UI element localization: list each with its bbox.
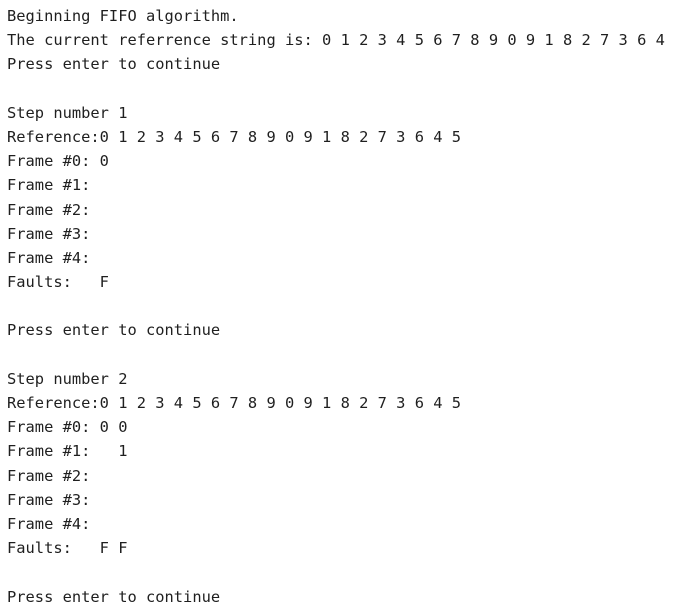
step-2-faults: Faults: F F	[7, 539, 128, 558]
step-1-reference: Reference:0 1 2 3 4 5 6 7 8 9 0 9 1 8 2 …	[7, 127, 462, 146]
console-line-intro: Beginning FIFO algorithm.	[7, 7, 239, 25]
step-1-frame-0: Frame #0: 0	[7, 152, 109, 171]
step-2-frame-2: Frame #2:	[7, 466, 100, 485]
step-1-frame-4: Frame #4:	[7, 248, 100, 267]
step-2-press-enter: Press enter to continue	[7, 587, 221, 606]
step-2-frame-1: Frame #1: 1	[7, 442, 128, 461]
console-output[interactable]: Beginning FIFO algorithm. The current re…	[0, 0, 674, 614]
step-1-press-enter: Press enter to continue	[7, 321, 221, 340]
console-line-press-enter: Press enter to continue	[7, 55, 221, 74]
step-2-frame-4: Frame #4:	[7, 514, 100, 533]
step-1-title: Step number 1	[7, 103, 128, 122]
step-2-title: Step number 2	[7, 369, 128, 388]
step-1-frame-1: Frame #1:	[7, 176, 100, 195]
console-line-reference-string: The current referrence string is: 0 1 2 …	[7, 31, 674, 50]
step-2-reference: Reference:0 1 2 3 4 5 6 7 8 9 0 9 1 8 2 …	[7, 394, 462, 412]
step-2-frame-3: Frame #3:	[7, 490, 100, 509]
step-1-frame-3: Frame #3:	[7, 224, 100, 243]
step-1-faults: Faults: F	[7, 273, 109, 292]
step-2-frame-0: Frame #0: 0 0	[7, 418, 128, 437]
step-1-frame-2: Frame #2:	[7, 200, 100, 219]
